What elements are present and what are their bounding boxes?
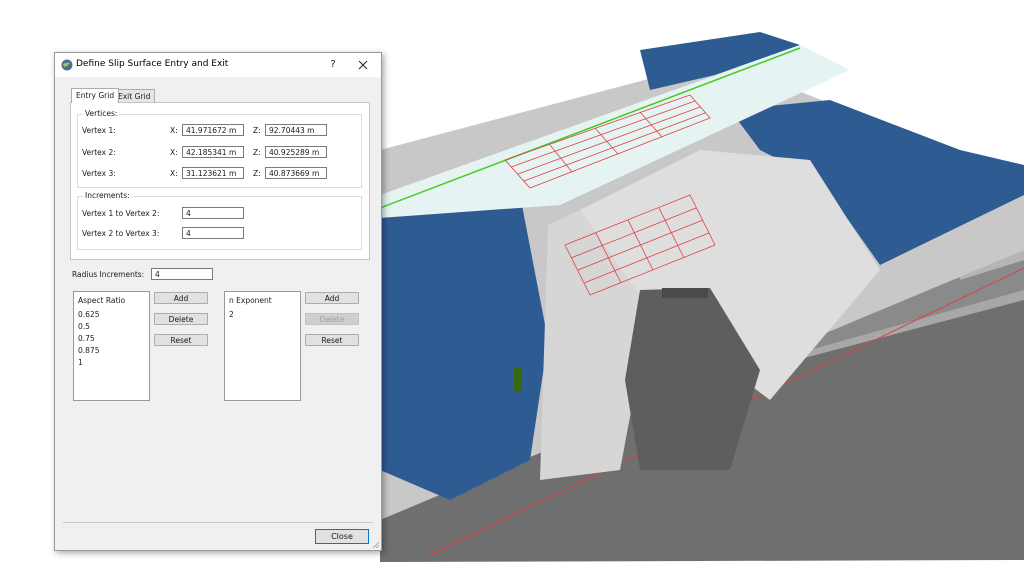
water-left [380, 195, 548, 500]
aspect-ratio-add-button[interactable]: Add [154, 292, 208, 304]
increment-2-3-label: Vertex 2 to Vertex 3: [82, 229, 160, 238]
dialog-title: Define Slip Surface Entry and Exit [76, 59, 229, 69]
vertex-3-x-input[interactable]: 31.123621 m [182, 167, 244, 179]
dialog-titlebar: Define Slip Surface Entry and Exit ? [55, 53, 381, 77]
entry-grid-page: Vertices: Vertex 1: X: 41.971672 m Z: 92… [70, 102, 370, 260]
increment-1-2-label: Vertex 1 to Vertex 2: [82, 209, 160, 218]
increments-group-label: Increments: [83, 191, 132, 200]
aspect-ratio-list[interactable]: Aspect Ratio 0.625 0.5 0.75 0.875 1 [73, 291, 150, 401]
n-exponent-reset-button[interactable]: Reset [305, 334, 359, 346]
vertices-group: Vertices: Vertex 1: X: 41.971672 m Z: 92… [77, 109, 362, 188]
tab-exit-grid[interactable]: Exit Grid [113, 89, 156, 103]
vertex-1-z-input[interactable]: 92.70443 m [265, 124, 327, 136]
aspect-ratio-delete-button[interactable]: Delete [154, 313, 208, 325]
n-exponent-add-button[interactable]: Add [305, 292, 359, 304]
radius-increments-input[interactable]: 4 [151, 268, 213, 280]
increments-group: Increments: Vertex 1 to Vertex 2: 4 Vert… [77, 191, 362, 250]
vertex-2-z-input[interactable]: 40.925289 m [265, 146, 327, 158]
list-item[interactable]: 0.625 [78, 310, 99, 319]
app-globe-icon [61, 59, 73, 71]
vertex-1-label: Vertex 1: [82, 126, 116, 135]
tab-entry-grid[interactable]: Entry Grid [71, 88, 120, 103]
vertex-2-label: Vertex 2: [82, 148, 116, 157]
n-exponent-header: n Exponent [229, 296, 272, 305]
footer-divider [63, 522, 373, 523]
vertex-3-x-label: X: [170, 169, 178, 178]
green-marker [514, 367, 522, 392]
tunnel-portal-top [662, 288, 708, 298]
resize-grip-icon[interactable] [371, 540, 379, 548]
vertex-1-x-label: X: [170, 126, 178, 135]
aspect-ratio-header: Aspect Ratio [78, 296, 126, 305]
increment-2-3-input[interactable]: 4 [182, 227, 244, 239]
close-icon[interactable] [355, 57, 371, 73]
vertex-3-z-label: Z: [253, 169, 261, 178]
list-item[interactable]: 0.5 [78, 322, 90, 331]
vertex-3-label: Vertex 3: [82, 169, 116, 178]
list-item[interactable]: 1 [78, 358, 83, 367]
increment-1-2-input[interactable]: 4 [182, 207, 244, 219]
list-item[interactable]: 0.875 [78, 346, 99, 355]
vertices-group-label: Vertices: [83, 109, 120, 118]
help-button[interactable]: ? [325, 57, 341, 73]
radius-increments-label: Radius Increments: [72, 270, 145, 279]
vertex-1-z-label: Z: [253, 126, 261, 135]
list-item[interactable]: 2 [229, 310, 234, 319]
slip-surface-dialog: Define Slip Surface Entry and Exit ? Ent… [54, 52, 382, 551]
n-exponent-list[interactable]: n Exponent 2 [224, 291, 301, 401]
vertex-3-z-input[interactable]: 40.873669 m [265, 167, 327, 179]
list-item[interactable]: 0.75 [78, 334, 95, 343]
vertex-2-x-label: X: [170, 148, 178, 157]
n-exponent-delete-button[interactable]: Delete [305, 313, 359, 325]
vertex-2-x-input[interactable]: 42.185341 m [182, 146, 244, 158]
close-button[interactable]: Close [315, 529, 369, 544]
vertex-1-x-input[interactable]: 41.971672 m [182, 124, 244, 136]
aspect-ratio-reset-button[interactable]: Reset [154, 334, 208, 346]
vertex-2-z-label: Z: [253, 148, 261, 157]
